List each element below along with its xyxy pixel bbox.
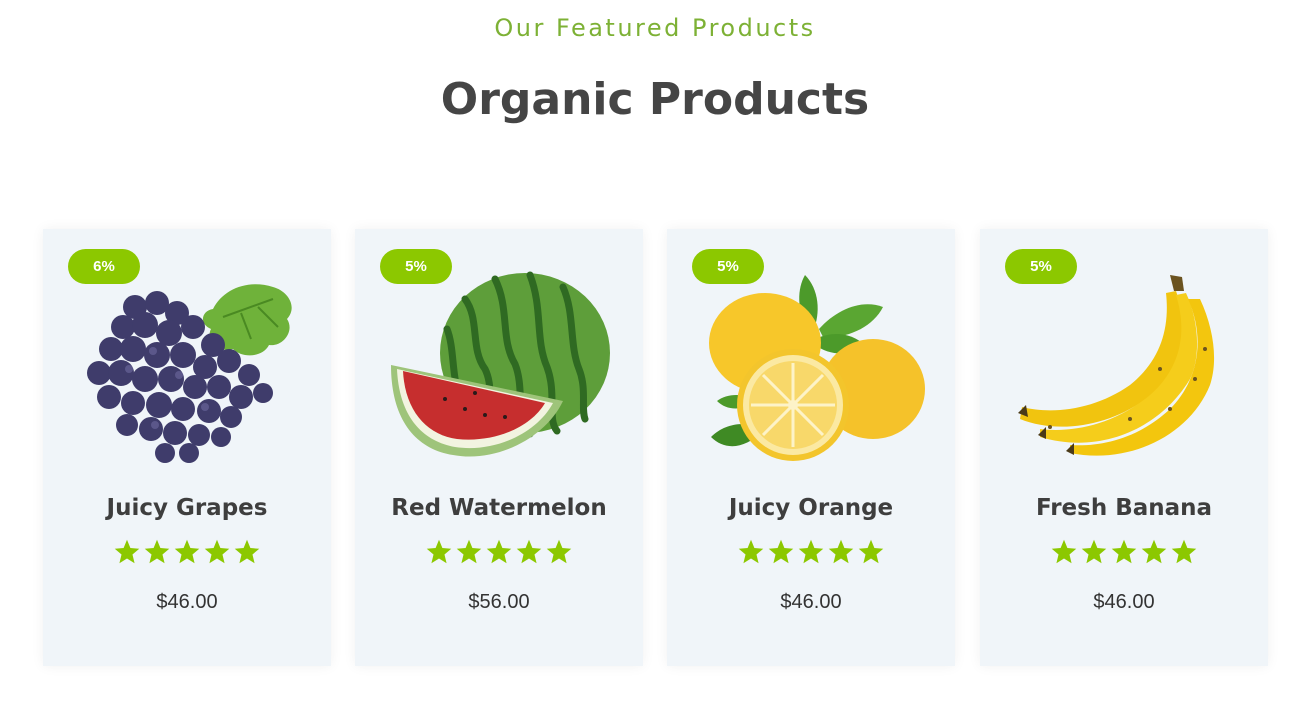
section-title: Organic Products [440,74,870,125]
star-icon [798,539,824,564]
product-price: $56.00 [468,591,530,613]
star-icon [546,539,572,564]
star-icon [828,539,854,564]
product-grid: 6% Juicy Grapes $46.00 5% Red Watermelon… [43,229,1269,666]
product-name[interactable]: Juicy Orange [667,495,955,521]
star-icon [234,539,260,564]
banana-image [1018,275,1215,456]
star-icon [516,539,542,564]
product-name[interactable]: Fresh Banana [980,495,1268,521]
star-icon [768,539,794,564]
star-icon [456,539,482,564]
product-price: $46.00 [1093,591,1155,613]
star-icon [1141,539,1167,564]
product-name[interactable]: Red Watermelon [355,495,643,521]
star-icon [858,539,884,564]
star-icon [174,539,200,564]
product-card-watermelon[interactable]: 5% Red Watermelon $56.00 [355,229,643,666]
star-icon [1111,539,1137,564]
product-name[interactable]: Juicy Grapes [43,495,331,521]
product-card-orange[interactable]: 5% Juicy Orange $46.00 [667,229,955,666]
star-icon [144,539,170,564]
rating-stars [43,538,331,566]
star-icon [204,539,230,564]
grapes-image [87,284,292,463]
product-price: $46.00 [156,591,218,613]
rating-stars [980,538,1268,566]
rating-stars [355,538,643,566]
star-icon [486,539,512,564]
star-icon [1051,539,1077,564]
rating-stars [667,538,955,566]
star-icon [426,539,452,564]
star-icon [114,539,140,564]
product-card-grapes[interactable]: 6% Juicy Grapes $46.00 [43,229,331,666]
watermelon-image [391,271,610,457]
product-price: $46.00 [780,591,842,613]
section-subtitle: Our Featured Products [494,14,816,42]
product-card-banana[interactable]: 5% Fresh Banana $46.00 [980,229,1268,666]
star-icon [738,539,764,564]
star-icon [1081,539,1107,564]
star-icon [1171,539,1197,564]
lemon-image [709,275,925,461]
